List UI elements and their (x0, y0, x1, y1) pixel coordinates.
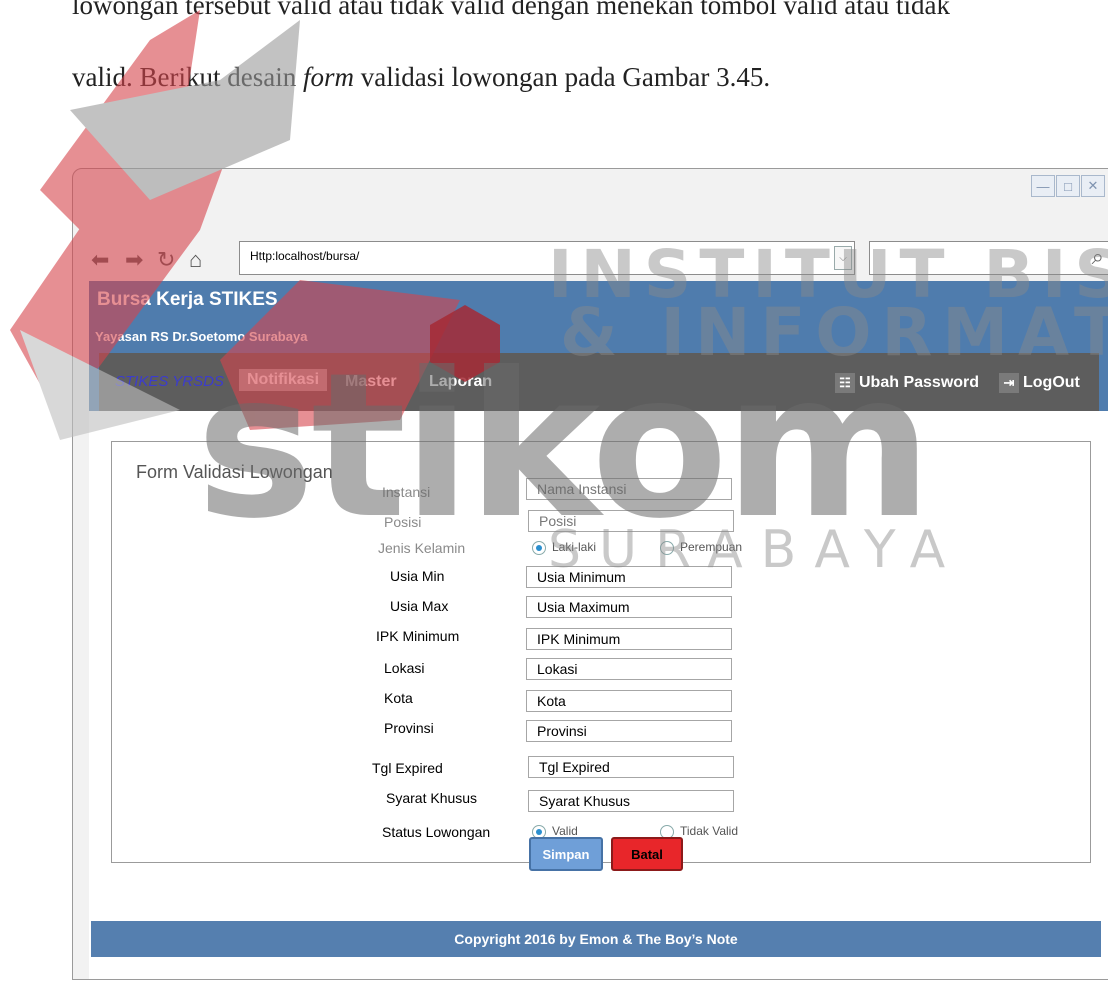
label-provinsi: Provinsi (384, 720, 434, 736)
usia-min-field[interactable]: Usia Minimum (526, 566, 732, 588)
change-password-link[interactable]: ☷ Ubah Password (835, 373, 979, 393)
grid-icon: ☷ (835, 373, 855, 393)
logout-link[interactable]: ⇥ LogOut (999, 373, 1080, 393)
provinsi-field[interactable]: Provinsi (526, 720, 732, 742)
label-status-lowongan: Status Lowongan (382, 824, 491, 840)
minimize-button[interactable]: — (1031, 175, 1055, 197)
label-usia-max: Usia Max (390, 598, 449, 614)
maximize-button[interactable]: □ (1056, 175, 1080, 197)
menu-item-master[interactable]: Master (345, 373, 397, 391)
simpan-button[interactable]: Simpan (529, 837, 603, 871)
chevron-down-icon[interactable]: ⌵ (834, 246, 852, 270)
home-icon[interactable]: ⌂ (189, 247, 202, 273)
label-lokasi: Lokasi (384, 660, 425, 676)
address-bar[interactable]: Http:localhost/bursa/ ⌵ (239, 241, 855, 275)
search-input[interactable]: ⌕ (869, 241, 1108, 275)
close-button[interactable]: ✕ (1081, 175, 1105, 197)
radio-unselected-icon (660, 540, 674, 555)
lokasi-field[interactable]: Lokasi (526, 658, 732, 680)
paragraph-line-2: valid. Berikut desain form validasi lowo… (72, 62, 771, 92)
label-usia-min: Usia Min (390, 568, 445, 584)
radio-selected-icon (532, 540, 546, 555)
menu-bar: STIKES YRSDS Notifikasi Master Laporan ☷… (99, 353, 1099, 411)
window-controls: — □ ✕ (1031, 175, 1105, 197)
radio-perempuan[interactable]: Perempuan (660, 540, 742, 555)
menu-brand[interactable]: STIKES YRSDS (115, 373, 224, 390)
app-subtitle: Yayasan RS Dr.Soetomo Surabaya (95, 329, 308, 344)
browser-toolbar: ⬅ ➡ ↻ ⌂ Http:localhost/bursa/ ⌵ ⌕ (85, 241, 1108, 277)
app-header: Bursa Kerja STIKES Yayasan RS Dr.Soetomo… (89, 281, 1108, 411)
menu-item-laporan[interactable]: Laporan (429, 373, 492, 391)
footer-copyright: Copyright 2016 by Emon & The Boy’s Note (91, 921, 1101, 957)
content-area: Form Validasi Lowongan Instansi Nama Ins… (89, 411, 1108, 979)
menu-item-notifikasi[interactable]: Notifikasi (239, 369, 328, 391)
logout-icon: ⇥ (999, 373, 1019, 393)
label-syarat-khusus: Syarat Khusus (386, 790, 478, 806)
radio-laki-laki[interactable]: Laki-laki (532, 540, 596, 555)
label-kota: Kota (384, 690, 413, 706)
usia-max-field[interactable]: Usia Maximum (526, 596, 732, 618)
search-icon[interactable]: ⌕ (1092, 244, 1104, 270)
label-ipk-minimum: IPK Minimum (376, 628, 460, 644)
ipk-minimum-field[interactable]: IPK Minimum (526, 628, 732, 650)
batal-button[interactable]: Batal (611, 837, 683, 871)
syarat-khusus-field[interactable]: Syarat Khusus (528, 790, 734, 812)
refresh-icon[interactable]: ↻ (157, 247, 175, 273)
form-validasi-panel: Form Validasi Lowongan Instansi Nama Ins… (111, 441, 1091, 863)
label-posisi: Posisi (384, 514, 422, 530)
tgl-expired-field[interactable]: Tgl Expired (528, 756, 734, 778)
form-title: Form Validasi Lowongan (136, 462, 333, 482)
app-title: Bursa Kerja STIKES (97, 289, 278, 310)
kota-field[interactable]: Kota (526, 690, 732, 712)
address-text: Http:localhost/bursa/ (250, 249, 360, 263)
forward-arrow-icon[interactable]: ➡ (125, 247, 143, 273)
back-arrow-icon[interactable]: ⬅ (91, 247, 109, 273)
instansi-field[interactable]: Nama Instansi (526, 478, 732, 500)
label-jenis-kelamin: Jenis Kelamin (378, 540, 466, 556)
italic-word: form (302, 62, 354, 92)
posisi-field[interactable]: Posisi (528, 510, 734, 532)
label-tgl-expired: Tgl Expired (372, 760, 443, 776)
browser-window: — □ ✕ ⬅ ➡ ↻ ⌂ Http:localhost/bursa/ ⌵ ⌕ … (72, 168, 1108, 980)
paragraph-line-1: lowongan tersebut valid atau tidak valid… (72, 0, 951, 20)
label-instansi: Instansi (382, 484, 431, 500)
